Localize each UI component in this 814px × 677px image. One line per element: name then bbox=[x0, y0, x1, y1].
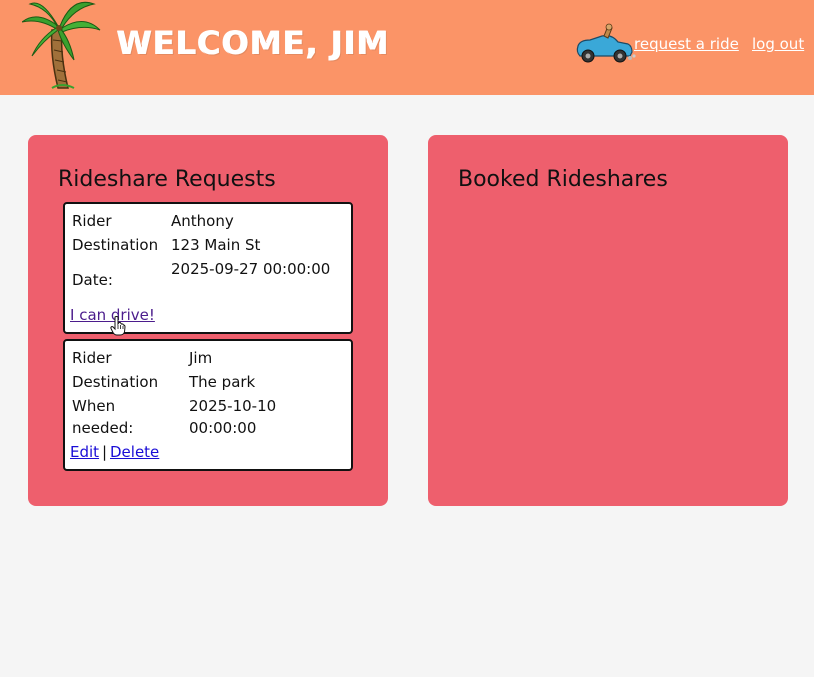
palm-tree-icon bbox=[22, 1, 101, 89]
delete-link[interactable]: Delete bbox=[110, 441, 159, 463]
destination-value: The park bbox=[189, 373, 256, 391]
when-needed-value: 2025-10-10 00:00:00 bbox=[189, 397, 277, 437]
ride-request-card: Rider Anthony Destination 123 Main St Da… bbox=[63, 202, 353, 334]
when-needed-label: When needed: bbox=[72, 397, 134, 437]
rider-value: Anthony bbox=[171, 212, 234, 230]
car-icon bbox=[576, 23, 636, 63]
rider-value: Jim bbox=[189, 349, 213, 367]
welcome-title: WELCOME, JIM bbox=[117, 24, 390, 62]
date-label: Date: bbox=[72, 271, 113, 289]
request-ride-link[interactable]: request a ride bbox=[634, 35, 739, 53]
panel-title: Rideshare Requests bbox=[58, 167, 276, 192]
rider-label: Rider bbox=[72, 349, 112, 367]
hand-cursor-icon bbox=[110, 316, 126, 336]
edit-link[interactable]: Edit bbox=[70, 441, 99, 463]
rideshare-requests-panel: Rideshare Requests Rider Anthony Destina… bbox=[28, 135, 388, 506]
destination-label: Destination bbox=[72, 373, 159, 391]
log-out-link[interactable]: log out bbox=[752, 35, 804, 53]
panel-title: Booked Rideshares bbox=[458, 167, 668, 192]
destination-value: 123 Main St bbox=[171, 236, 261, 254]
booked-rideshares-panel: Booked Rideshares bbox=[428, 135, 788, 506]
ride-request-card: Rider Jim Destination The park When need… bbox=[63, 339, 353, 471]
page-header: WELCOME, JIM request a ride log out bbox=[0, 0, 814, 95]
action-separator: | bbox=[102, 443, 108, 461]
destination-label: Destination bbox=[72, 236, 159, 254]
date-value: 2025-09-27 00:00:00 bbox=[171, 260, 331, 278]
rider-label: Rider bbox=[72, 212, 112, 230]
